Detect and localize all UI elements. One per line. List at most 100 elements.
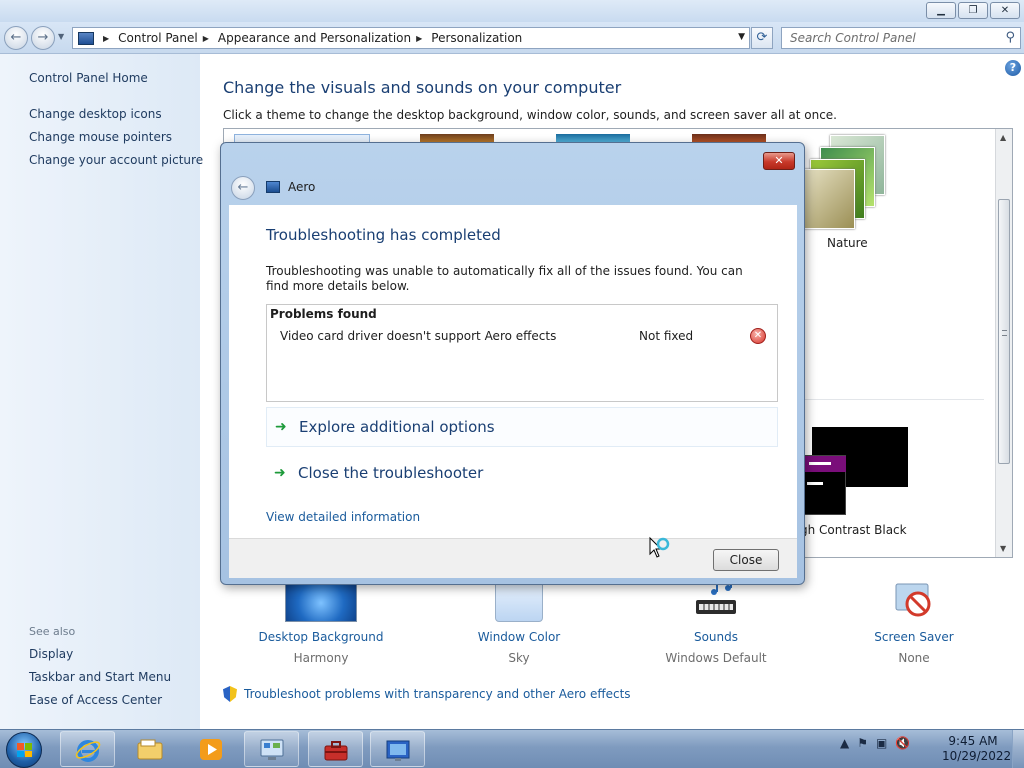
sounds-item[interactable]: Sounds Windows Default [636, 580, 796, 665]
action-center-flag-icon[interactable]: ⚑ [857, 736, 868, 750]
minimize-button[interactable]: ▁ [926, 2, 956, 19]
screen-saver-label[interactable]: Screen Saver [834, 630, 994, 644]
high-contrast-theme-preview[interactable] [800, 455, 846, 515]
desktop-background-value: Harmony [293, 651, 349, 665]
screen-saver-icon[interactable] [890, 580, 938, 622]
dialog-heading: Troubleshooting has completed [266, 226, 501, 244]
aero-app-icon [266, 181, 280, 193]
tasks-pane: Control Panel Home Change desktop icons … [0, 54, 203, 730]
window-color-icon[interactable] [495, 580, 543, 622]
sounds-icon[interactable] [692, 580, 740, 622]
page-subtitle: Click a theme to change the desktop back… [223, 108, 837, 122]
taskbar-media-player[interactable] [184, 731, 239, 767]
breadcrumb-personalization[interactable]: Personalization [431, 31, 522, 45]
forward-button[interactable]: → [31, 26, 55, 50]
control-panel-home-link[interactable]: Control Panel Home [29, 71, 148, 85]
network-icon[interactable]: ▣ [876, 736, 887, 750]
nature-theme-label[interactable]: Nature [827, 236, 868, 250]
dialog-footer: Close [229, 538, 797, 578]
recent-pages-dropdown-icon[interactable]: ▼ [58, 32, 64, 41]
taskbar-internet-explorer[interactable] [60, 731, 115, 767]
volume-muted-icon[interactable]: 🔇 [895, 736, 910, 750]
aero-troubleshoot-link[interactable]: Troubleshoot problems with transparency … [223, 686, 631, 702]
aero-troubleshooter-icon [386, 740, 410, 761]
desktop-background-item[interactable]: Desktop Background Harmony [241, 580, 401, 665]
chevron-right-icon[interactable]: ▶ [416, 34, 422, 43]
error-icon: ✕ [750, 328, 766, 344]
problems-found-header: Problems found [270, 307, 377, 321]
dialog-body: Troubleshooting has completed Troublesho… [229, 205, 797, 538]
breadcrumb-appearance[interactable]: Appearance and Personalization [218, 31, 411, 45]
media-player-icon [200, 739, 222, 760]
taskbar-aero-troubleshooter[interactable] [370, 731, 425, 767]
scroll-thumb[interactable] [998, 199, 1010, 464]
back-button[interactable]: ← [4, 26, 28, 50]
screen-saver-item[interactable]: Screen Saver None [834, 580, 994, 665]
explore-options-label[interactable]: Explore additional options [299, 418, 495, 436]
high-contrast-theme-label[interactable]: gh Contrast Black [800, 523, 907, 537]
display-link[interactable]: Display [29, 647, 73, 661]
change-mouse-pointers-link[interactable]: Change mouse pointers [29, 130, 172, 144]
search-input[interactable]: Search Control Panel ⚲ [781, 27, 1021, 49]
desktop-background-icon[interactable] [285, 580, 357, 622]
dialog-close-button[interactable]: ✕ [763, 152, 795, 170]
problem-name: Video card driver doesn't support Aero e… [280, 329, 557, 343]
screen-saver-value: None [898, 651, 930, 665]
problems-found-panel: Problems found Video card driver doesn't… [266, 304, 778, 402]
internet-explorer-icon [75, 740, 101, 762]
show-desktop-button[interactable] [1012, 730, 1024, 768]
page-title: Change the visuals and sounds on your co… [223, 78, 622, 97]
change-account-picture-link[interactable]: Change your account picture [29, 153, 203, 167]
windows-explorer-icon [137, 739, 163, 760]
themes-scrollbar[interactable]: ▲ ▼ [995, 129, 1012, 557]
close-troubleshooter-link[interactable]: ➜ Close the troubleshooter [266, 453, 778, 493]
control-panel-icon [78, 31, 94, 45]
search-icon[interactable]: ⚲ [1005, 30, 1015, 45]
shield-icon [223, 686, 237, 702]
window-color-item[interactable]: Window Color Sky [439, 580, 599, 665]
chevron-right-icon[interactable]: ▶ [203, 34, 209, 43]
close-troubleshooter-label[interactable]: Close the troubleshooter [298, 464, 483, 482]
address-dropdown-icon[interactable]: ▼ [738, 32, 745, 42]
show-hidden-icons-icon[interactable]: ▲ [840, 736, 849, 750]
explore-options-link[interactable]: ➜ Explore additional options [266, 407, 778, 447]
address-bar[interactable]: ▶ Control Panel ▶ Appearance and Persona… [72, 27, 750, 49]
scroll-up-icon[interactable]: ▲ [1000, 133, 1006, 142]
taskbar: ▲ ⚑ ▣ 🔇 9:45 AM 10/29/2022 [0, 729, 1024, 768]
start-button[interactable] [6, 732, 42, 768]
sounds-label[interactable]: Sounds [636, 630, 796, 644]
clock-date: 10/29/2022 [942, 749, 1012, 763]
problem-status: Not fixed [639, 329, 694, 343]
ease-of-access-link[interactable]: Ease of Access Center [29, 693, 162, 707]
scroll-down-icon[interactable]: ▼ [1000, 544, 1006, 553]
arrow-right-icon: ➜ [275, 419, 287, 435]
refresh-button[interactable]: ⟳ [751, 27, 773, 49]
view-detailed-info-link[interactable]: View detailed information [266, 510, 420, 524]
taskbar-windows-explorer[interactable] [123, 731, 178, 767]
window-color-label[interactable]: Window Color [439, 630, 599, 644]
troubleshooter-dialog: ✕ ← Aero Troubleshooting has completed T… [220, 142, 805, 585]
nature-theme-thumbnail[interactable] [800, 135, 910, 230]
address-toolbar: ← → ▼ ▶ Control Panel ▶ Appearance and P… [0, 22, 1024, 54]
taskbar-control-panel[interactable] [244, 731, 299, 767]
windows-logo-icon [17, 743, 32, 757]
breadcrumb-control-panel[interactable]: Control Panel [118, 31, 198, 45]
change-desktop-icons-link[interactable]: Change desktop icons [29, 107, 162, 121]
notification-area: ▲ ⚑ ▣ 🔇 [840, 736, 910, 750]
taskbar-start-menu-link[interactable]: Taskbar and Start Menu [29, 670, 171, 684]
close-button[interactable]: Close [713, 549, 779, 571]
caption-buttons: ▁ ❐ ✕ [926, 2, 1020, 19]
sounds-value: Windows Default [665, 651, 767, 665]
help-icon[interactable]: ? [1005, 60, 1021, 76]
dialog-description: Troubleshooting was unable to automatica… [266, 264, 743, 293]
close-window-button[interactable]: ✕ [990, 2, 1020, 19]
dialog-back-button[interactable]: ← [231, 176, 255, 200]
taskbar-troubleshooter[interactable] [308, 731, 363, 767]
arrow-right-icon: ➜ [274, 465, 286, 481]
aero-troubleshoot-label[interactable]: Troubleshoot problems with transparency … [244, 687, 631, 701]
chevron-right-icon[interactable]: ▶ [103, 34, 109, 43]
desktop-background-label[interactable]: Desktop Background [241, 630, 401, 644]
system-clock[interactable]: 9:45 AM 10/29/2022 [942, 734, 1012, 764]
see-also-heading: See also [29, 625, 76, 638]
maximize-button[interactable]: ❐ [958, 2, 988, 19]
